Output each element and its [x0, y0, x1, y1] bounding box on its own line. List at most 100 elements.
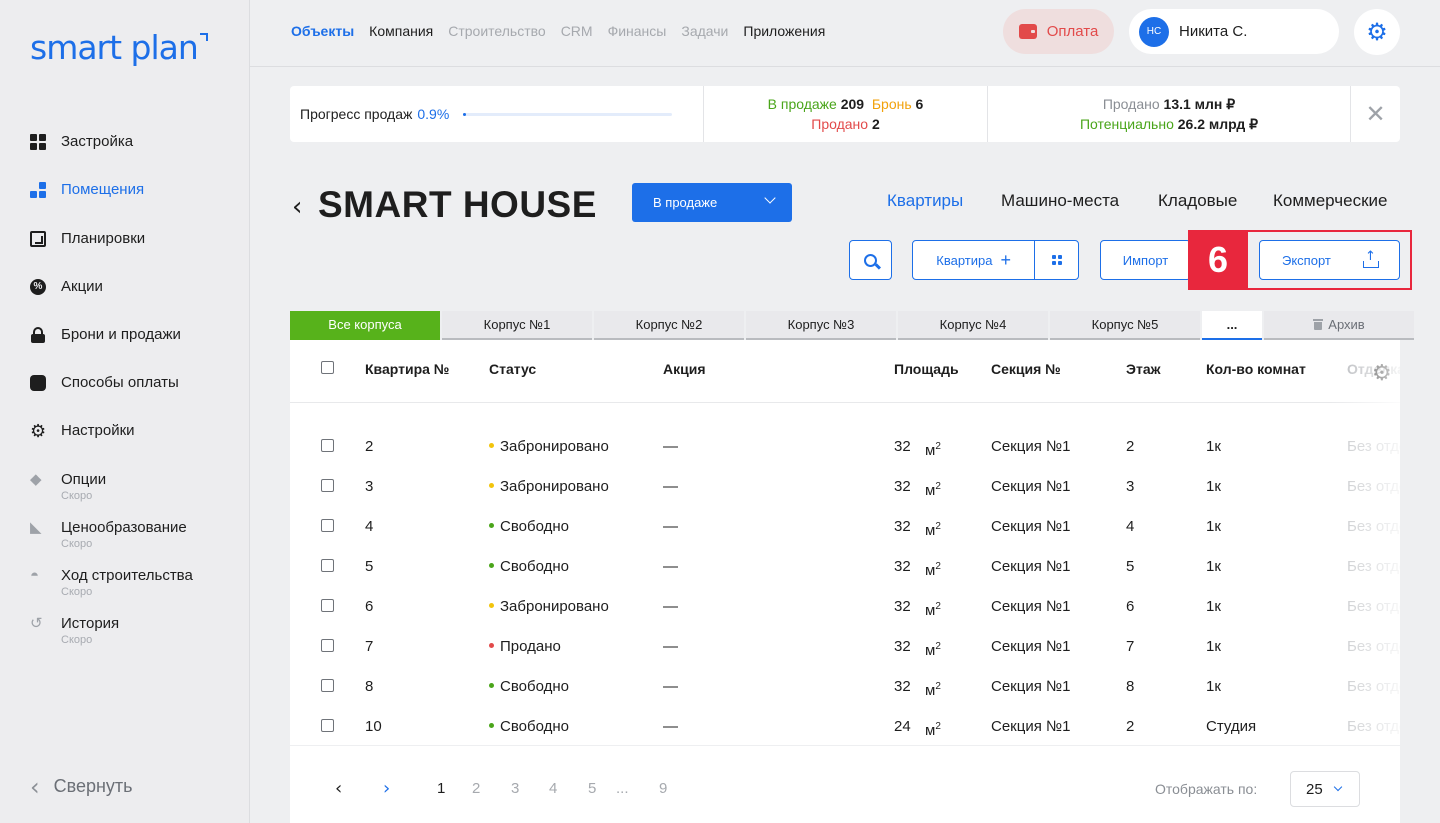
collapse-sidebar-button[interactable]: ‹ Свернуть	[30, 775, 133, 799]
sidebar-item-bookings[interactable]: Брони и продажи	[30, 325, 181, 345]
cell-text: —	[663, 438, 678, 455]
tab-building-2[interactable]: Корпус №2	[594, 311, 744, 340]
page-3[interactable]: 3	[511, 780, 519, 797]
add-apartment-button[interactable]: Квартира +	[913, 241, 1036, 279]
tab-archive[interactable]: Архив	[1264, 311, 1414, 340]
sidebar-item-rooms[interactable]: Помещения	[30, 180, 144, 200]
row-checkbox[interactable]	[321, 639, 334, 652]
col-area[interactable]: Площадь	[894, 361, 959, 377]
topnav-tasks[interactable]: Задачи	[681, 23, 728, 39]
page-9[interactable]: 9	[659, 780, 667, 797]
select-all-checkbox[interactable]	[321, 361, 334, 374]
potential-value: 26.2 млрд ₽	[1177, 116, 1259, 132]
prev-page-chevron-left-icon[interactable]: ‹	[335, 778, 342, 799]
topnav-objects[interactable]: Объекты	[291, 23, 354, 39]
tab-commercial[interactable]: Коммерческие	[1273, 191, 1387, 211]
cell-finish: Без отделки	[1347, 678, 1400, 696]
sidebar-item-construction[interactable]: ◓ Ход строительства Скоро	[30, 566, 193, 598]
page-4[interactable]: 4	[549, 780, 557, 797]
page-2[interactable]: 2	[472, 780, 480, 797]
row-checkbox[interactable]	[321, 719, 334, 732]
col-promo[interactable]: Акция	[663, 361, 706, 377]
tab-building-4[interactable]: Корпус №4	[898, 311, 1048, 340]
col-floor[interactable]: Этаж	[1126, 361, 1161, 377]
sidebar-item-label: Акции	[61, 278, 103, 295]
topnav-construction[interactable]: Строительство	[448, 23, 545, 39]
cell-text: 7	[1126, 638, 1135, 655]
row-checkbox[interactable]	[321, 559, 334, 572]
close-stats-button[interactable]: ✕	[1351, 86, 1400, 142]
lot-counts-line1: В продаже 209 Бронь 6	[768, 94, 924, 114]
sidebar-item-soon: Скоро	[61, 490, 93, 502]
sold-value: 2	[871, 116, 880, 132]
sidebar-item-promos[interactable]: % Акции	[30, 277, 103, 297]
table-row[interactable]: 8 Свободно — 32 м2 Секция №1 8 1к Без отделки	[290, 678, 1400, 718]
row-checkbox[interactable]	[321, 679, 334, 692]
back-button[interactable]: ‹	[292, 192, 302, 222]
cell-text: Забронировано	[500, 598, 609, 615]
table-row[interactable]: 4 Свободно — 32 м2 Секция №1 4 1к Без отделки	[290, 518, 1400, 558]
tab-building-1[interactable]: Корпус №1	[442, 311, 592, 340]
sidebar-item-layouts[interactable]: Планировки	[30, 229, 145, 249]
tab-parking[interactable]: Машино-места	[1001, 191, 1119, 211]
cell-text: Секция №1	[991, 678, 1071, 695]
sidebar-item-settings[interactable]: ⚙ Настройки	[30, 421, 135, 441]
diamond-icon: ◆	[30, 471, 42, 488]
cell-text: 4	[1126, 518, 1135, 535]
status-select-value: В продаже	[653, 195, 718, 210]
sidebar-item-zastroika[interactable]: Застройка	[30, 132, 133, 152]
tab-storage[interactable]: Кладовые	[1158, 191, 1237, 211]
tab-apartments[interactable]: Квартиры	[887, 191, 963, 211]
page-5[interactable]: 5	[588, 780, 596, 797]
tab-all-buildings[interactable]: Все корпуса	[290, 311, 440, 340]
import-button[interactable]: Импорт	[1100, 240, 1191, 280]
logo[interactable]: smart plan	[30, 28, 208, 67]
settings-button[interactable]: ⚙	[1354, 9, 1400, 55]
table-row[interactable]: 2Забронировано—32м2Секция №121кБез отдел…	[290, 438, 1400, 478]
topnav-crm[interactable]: CRM	[561, 23, 593, 39]
add-apartment-label: Квартира	[936, 252, 993, 268]
search-button[interactable]	[849, 240, 892, 280]
cell-floor: 2	[1126, 718, 1134, 736]
table-row[interactable]: 10Свободно—24м2Секция №12СтудияБез отдел…	[290, 718, 1400, 745]
rooms-icon	[30, 182, 46, 198]
table-row[interactable]: 5 Свободно — 32 м2 Секция №1 5 1к Без отделки	[290, 558, 1400, 598]
page-1[interactable]: 1	[437, 780, 445, 797]
tab-building-5[interactable]: Корпус №5	[1050, 311, 1200, 340]
sidebar-item-history[interactable]: ↺ История Скоро	[30, 614, 119, 646]
table-row[interactable]: 7 Продано — 32 м2 Секция №1 7 1к Без отделки	[290, 638, 1400, 678]
row-checkbox[interactable]	[321, 519, 334, 532]
cell-text: 1к	[1206, 558, 1221, 575]
topnav-finance[interactable]: Финансы	[608, 23, 667, 39]
sidebar-item-pricing[interactable]: ◣ Ценообразование Скоро	[30, 518, 187, 550]
units-table: Квартира № Статус Акция Площадь Секция №…	[290, 340, 1400, 745]
table-row[interactable]: 6 Забронировано — 32 м2 Секция №1 6 1к Без отдел…	[290, 598, 1400, 638]
cell-section: Секция №1	[991, 478, 1070, 496]
cell-text: 1к	[1206, 598, 1221, 615]
sold-label: Продано	[811, 116, 869, 132]
sidebar-item-options[interactable]: ◆ Опции Скоро	[30, 470, 106, 502]
topnav-apps[interactable]: Приложения	[743, 23, 825, 39]
col-rooms[interactable]: Кол-во комнат	[1206, 361, 1306, 377]
status-select[interactable]: В продаже	[632, 183, 792, 222]
payment-button[interactable]: Оплата	[1003, 9, 1114, 54]
table-row[interactable]: 3 Забронировано — 32 м2 Секция №1 3 1к Без отдел…	[290, 478, 1400, 518]
user-menu[interactable]: НС Никита С.	[1129, 9, 1339, 54]
col-apartment-number[interactable]: Квартира №	[365, 361, 449, 377]
col-section[interactable]: Секция №	[991, 361, 1061, 377]
col-status[interactable]: Статус	[489, 361, 536, 377]
per-page-select[interactable]: 25	[1290, 771, 1360, 807]
row-checkbox[interactable]	[321, 599, 334, 612]
topnav-company[interactable]: Компания	[369, 23, 433, 39]
tab-building-3[interactable]: Корпус №3	[746, 311, 896, 340]
sidebar-item-payment-methods[interactable]: Способы оплаты	[30, 373, 179, 393]
cell-section: Секция №1	[991, 638, 1070, 656]
table-settings-gear-icon[interactable]: ⚙	[1372, 360, 1392, 386]
row-checkbox[interactable]	[321, 479, 334, 492]
row-checkbox[interactable]	[321, 439, 334, 452]
cell-unit: м2	[925, 558, 941, 580]
tab-more[interactable]: ...	[1202, 311, 1262, 340]
bulk-add-button[interactable]	[1035, 241, 1078, 279]
next-page-chevron-right-icon[interactable]: ›	[383, 778, 390, 799]
cell-status: Свободно	[489, 718, 569, 736]
